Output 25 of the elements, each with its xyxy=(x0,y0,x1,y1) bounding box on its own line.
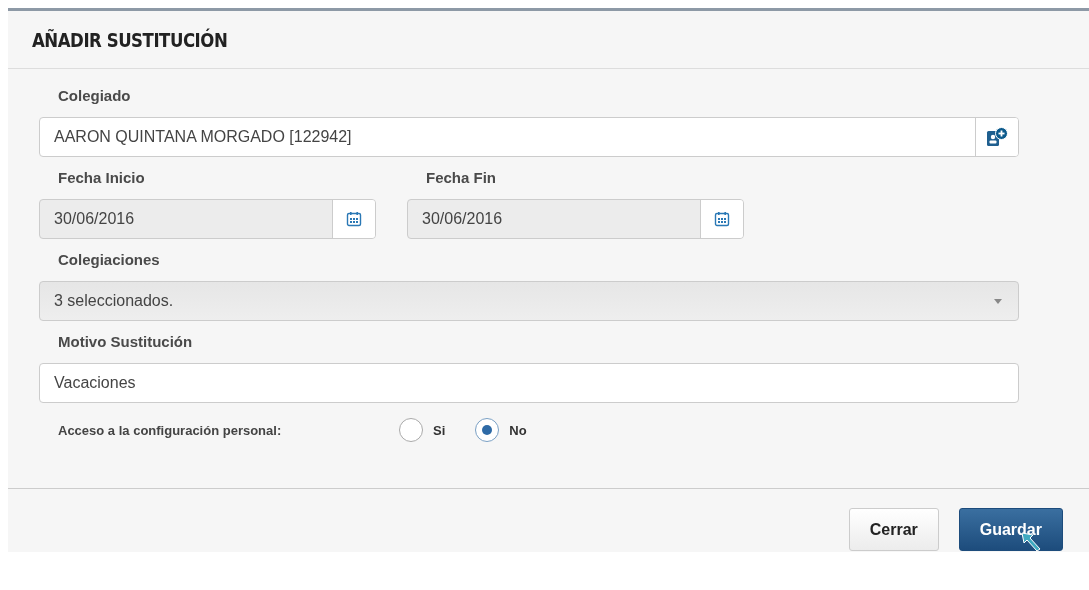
radio-label[interactable]: No xyxy=(509,422,527,438)
text-field[interactable]: Vacaciones xyxy=(39,363,1019,403)
dialog-title: AÑADIR SUSTITUCIÓN xyxy=(32,27,228,52)
close-button[interactable]: Cerrar xyxy=(848,508,939,551)
field-label: Colegiaciones xyxy=(58,251,160,268)
calendar-icon xyxy=(714,211,730,227)
field-label: Fecha Inicio xyxy=(58,169,145,186)
field-value: 3 seleccionados. xyxy=(54,292,174,310)
dropdown-caret-icon xyxy=(994,298,1002,304)
add-person-icon xyxy=(986,127,1008,147)
radio-button[interactable] xyxy=(399,418,423,442)
field-value: 30/06/2016 xyxy=(54,210,135,228)
field-label: Motivo Sustitución xyxy=(58,333,193,350)
calendar-icon xyxy=(346,211,362,227)
save-button[interactable]: Guardar xyxy=(958,508,1063,551)
colegiado-field[interactable]: AARON QUINTANA MORGADO [122942] xyxy=(39,117,1019,157)
radio-label[interactable]: Si xyxy=(433,422,446,438)
radio-group-label: Acceso a la configuración personal: xyxy=(58,422,283,438)
field-label: Colegiado xyxy=(58,87,131,104)
field-value: AARON QUINTANA MORGADO [122942] xyxy=(54,128,352,146)
field-value: Vacaciones xyxy=(54,374,136,392)
add-person-button[interactable] xyxy=(975,118,1018,156)
field-label: Fecha Fin xyxy=(426,169,496,186)
field-value: 30/06/2016 xyxy=(422,210,503,228)
radio-button[interactable] xyxy=(475,418,500,442)
